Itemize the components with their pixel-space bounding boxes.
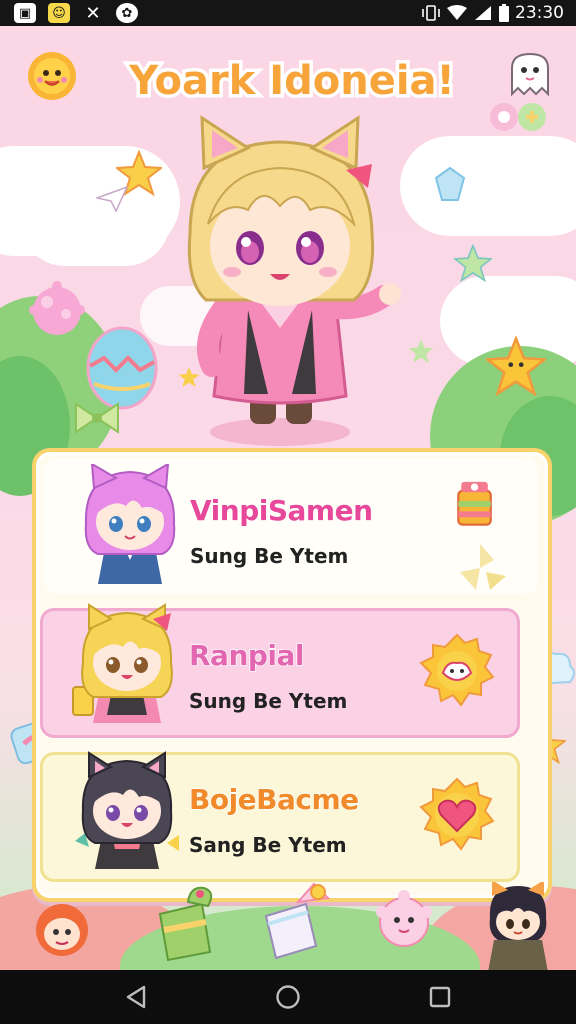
pink-puffball-icon	[26, 280, 88, 342]
game-screen[interactable]: Yoark Idoneia! Yoark Idoneia!	[0, 26, 576, 970]
bottom-icon-bar	[0, 882, 576, 970]
red-creature-icon[interactable]	[32, 900, 92, 964]
character-row[interactable]: BojeBacme Sang Be Ytem	[40, 751, 520, 882]
main-character[interactable]	[150, 114, 410, 454]
status-time: 23:30	[515, 3, 564, 23]
notification-image-icon: ▣	[14, 3, 36, 23]
character-avatar	[75, 751, 179, 869]
sparkle-shapes-icon	[460, 544, 506, 590]
wifi-icon	[447, 5, 467, 20]
notification-icons: ▣ ☺ ✕ ✿	[0, 2, 138, 24]
gift-box-icon[interactable]	[258, 880, 334, 960]
tiny-star-2-icon	[408, 338, 434, 364]
character-avatar	[72, 603, 173, 723]
recents-square-icon	[429, 986, 451, 1008]
battery-icon	[499, 4, 509, 22]
boy-avatar-icon[interactable]	[480, 882, 556, 970]
crystal-icon	[430, 164, 470, 204]
notification-app-icon: ☺	[48, 3, 70, 23]
character-subtitle: Sung Be Ytem	[189, 689, 348, 713]
character-row-selected[interactable]: Ranpial Sung Be Ytem	[40, 603, 520, 738]
notification-game-icon: ✕	[85, 2, 101, 24]
candy-ring-icon	[488, 98, 552, 136]
pet-bowl-icon[interactable]	[419, 633, 495, 709]
cloud-right	[400, 136, 576, 236]
character-name: VinpiSamen	[189, 493, 374, 528]
character-avatar	[84, 464, 176, 584]
character-name: BojeBacme	[188, 782, 360, 817]
character-name: Ranpial	[188, 638, 305, 673]
character-subtitle: Sang Be Ytem	[189, 833, 347, 857]
character-list-panel: VinpiSamen Sung Be Ytem Ranpial Sung Be …	[32, 448, 552, 902]
paper-plane-icon	[96, 186, 128, 212]
easter-egg-icon[interactable]	[84, 322, 160, 412]
heart-icon[interactable]	[419, 777, 495, 853]
pink-puff-icon[interactable]	[372, 888, 436, 954]
status-bar: ▣ ☺ ✕ ✿ 23:30	[0, 0, 576, 26]
notification-chat-icon: ✿	[116, 3, 138, 23]
bow-icon	[72, 400, 122, 436]
sun-star-icon	[486, 336, 546, 396]
back-button[interactable]	[116, 977, 156, 1017]
ghost-mascot-icon[interactable]	[504, 48, 556, 100]
system-nav-bar	[0, 970, 576, 1024]
character-row[interactable]: VinpiSamen Sung Be Ytem	[44, 458, 538, 594]
game-title: Yoark Idoneia! Yoark Idoneia!	[125, 55, 459, 108]
vibrate-icon	[422, 5, 440, 21]
home-circle-icon	[276, 985, 300, 1009]
cell-signal-icon	[475, 6, 491, 20]
character-subtitle: Sung Be Ytem	[190, 544, 349, 568]
candy-icon[interactable]	[448, 476, 504, 532]
recents-button[interactable]	[420, 977, 460, 1017]
sun-mascot-icon[interactable]	[24, 48, 80, 104]
small-star-icon	[454, 244, 492, 282]
green-drink-icon[interactable]	[150, 882, 220, 962]
home-button[interactable]	[268, 977, 308, 1017]
back-triangle-icon	[126, 985, 146, 1009]
